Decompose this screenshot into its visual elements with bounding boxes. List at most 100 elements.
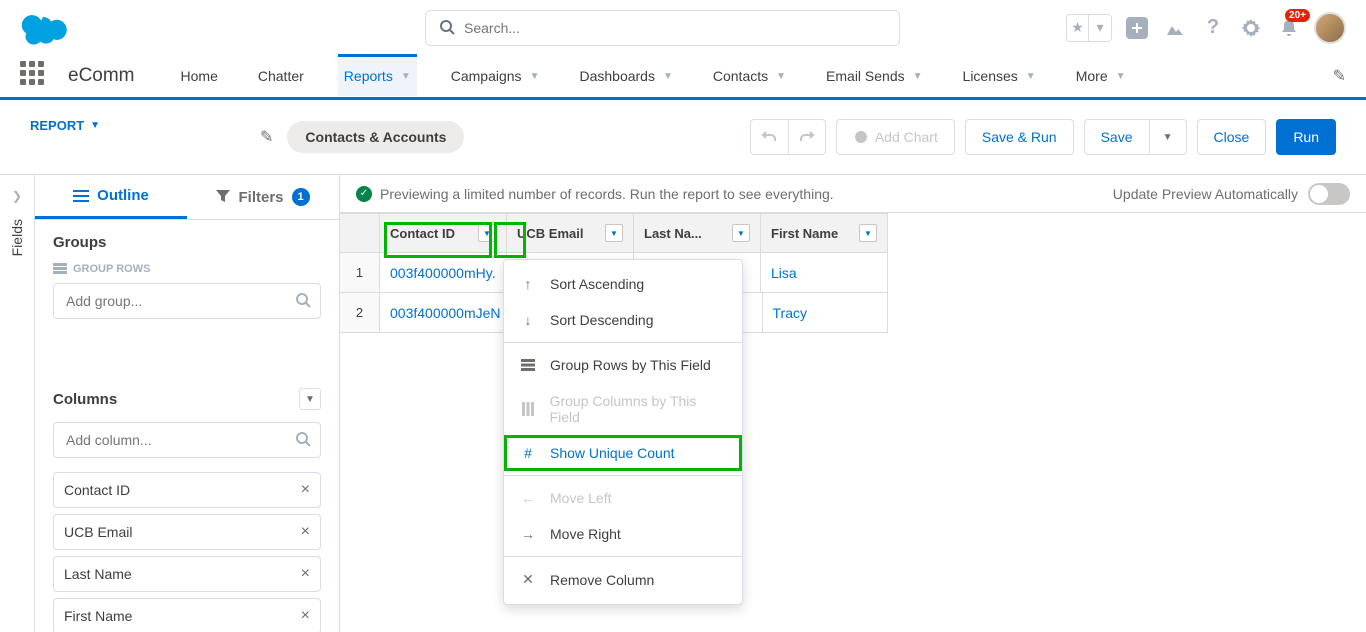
row-number: 2	[340, 293, 380, 332]
columns-heading: Columns ▼	[53, 388, 321, 410]
help-icon[interactable]: ?	[1200, 15, 1226, 41]
cell-first-name[interactable]: Tracy	[763, 293, 888, 332]
arrow-down-icon: ↓	[520, 312, 536, 328]
banner-message: ✓ Previewing a limited number of records…	[356, 186, 834, 202]
col-ucb-email[interactable]: UCB Email▼	[507, 214, 634, 252]
column-menu-button[interactable]: ▼	[859, 224, 877, 242]
column-chip[interactable]: Last Name×	[53, 556, 321, 592]
save-group: Save ▼	[1084, 119, 1187, 155]
nav-more[interactable]: More▼	[1070, 55, 1132, 97]
chevron-down-icon: ▼	[530, 71, 540, 82]
group-rows-label: GROUP ROWS	[53, 263, 321, 275]
notification-badge: 20+	[1285, 9, 1310, 22]
report-toolbar: REPORT▼ ✎ Contacts & Accounts Add Chart …	[0, 100, 1366, 175]
nav-email-sends[interactable]: Email Sends▼	[820, 55, 929, 97]
auto-preview-toggle[interactable]: Update Preview Automatically	[1113, 183, 1350, 205]
row-number-header	[340, 214, 380, 252]
menu-remove-column[interactable]: ✕Remove Column	[504, 561, 742, 598]
nav-items: Home Chatter Reports▼ Campaigns▼ Dashboa…	[175, 55, 1132, 97]
column-menu-button[interactable]: ▼	[605, 224, 623, 242]
row-number: 1	[340, 253, 380, 292]
outline-tab[interactable]: Outline	[35, 175, 187, 219]
nav-chatter[interactable]: Chatter	[252, 55, 310, 97]
notification-bell-icon[interactable]: 20+	[1276, 15, 1302, 41]
add-column-input[interactable]	[53, 422, 321, 458]
setup-gear-icon[interactable]	[1238, 15, 1264, 41]
menu-sort-desc[interactable]: ↓Sort Descending	[504, 302, 742, 338]
report-type-label[interactable]: REPORT▼	[30, 118, 100, 133]
remove-icon[interactable]: ×	[301, 481, 310, 499]
menu-sort-asc[interactable]: ↑Sort Ascending	[504, 266, 742, 302]
remove-icon[interactable]: ×	[301, 565, 310, 583]
remove-icon[interactable]: ×	[301, 607, 310, 625]
search-input[interactable]	[425, 10, 900, 46]
action-buttons: Add Chart Save & Run Save ▼ Close Run	[750, 119, 1336, 155]
undo-redo-group	[750, 119, 826, 155]
column-chip[interactable]: UCB Email×	[53, 514, 321, 550]
chevron-down-icon: ▼	[401, 71, 411, 82]
undo-button[interactable]	[750, 119, 788, 155]
menu-show-unique-count[interactable]: #Show Unique Count	[504, 435, 742, 471]
cell-contact-id[interactable]: 003f400000mHy.	[380, 253, 507, 292]
trailhead-icon[interactable]	[1162, 15, 1188, 41]
arrow-left-icon: ←	[520, 490, 536, 506]
menu-separator	[504, 342, 742, 343]
favorites-button[interactable]: ★▾	[1066, 14, 1112, 42]
nav-reports[interactable]: Reports▼	[338, 54, 417, 96]
edit-title-icon[interactable]: ✎	[260, 127, 273, 147]
app-launcher-icon[interactable]	[20, 61, 50, 91]
chevron-down-icon: ▼	[1116, 71, 1126, 82]
menu-group-rows[interactable]: Group Rows by This Field	[504, 347, 742, 383]
chevron-down-icon: ▼	[1026, 71, 1036, 82]
user-avatar[interactable]	[1314, 12, 1346, 44]
nav-home[interactable]: Home	[175, 55, 224, 97]
column-menu-button[interactable]: ▼	[732, 224, 750, 242]
column-menu-button[interactable]: ▼	[478, 224, 496, 242]
search-icon	[439, 19, 455, 40]
add-icon[interactable]	[1124, 15, 1150, 41]
search-icon	[295, 431, 311, 452]
menu-move-right[interactable]: →Move Right	[504, 516, 742, 552]
add-chart-button[interactable]: Add Chart	[836, 119, 955, 155]
arrow-right-icon: →	[520, 526, 536, 542]
menu-group-cols: Group Columns by This Field	[504, 383, 742, 435]
columns-icon	[520, 402, 536, 416]
col-first-name[interactable]: First Name▼	[761, 214, 888, 252]
header-utilities: ★▾ ? 20+	[1066, 12, 1346, 44]
nav-licenses[interactable]: Licenses▼	[957, 55, 1042, 97]
save-run-button[interactable]: Save & Run	[965, 119, 1074, 155]
side-panel: Outline Filters 1 Groups GROUP ROWS Colu…	[35, 175, 340, 632]
col-last-name[interactable]: Last Na...▼	[634, 214, 761, 252]
arrow-up-icon: ↑	[520, 276, 536, 292]
filters-tab[interactable]: Filters 1	[187, 175, 339, 219]
groups-heading: Groups	[53, 234, 321, 251]
redo-button[interactable]	[788, 119, 826, 155]
nav-dashboards[interactable]: Dashboards▼	[573, 55, 678, 97]
cell-first-name[interactable]: Lisa	[761, 253, 888, 292]
edit-nav-icon[interactable]: ✎	[1333, 66, 1346, 86]
save-button[interactable]: Save	[1084, 119, 1149, 155]
save-dropdown-button[interactable]: ▼	[1149, 119, 1187, 155]
chevron-right-icon: ❯	[12, 189, 22, 203]
remove-icon[interactable]: ×	[301, 523, 310, 541]
add-group-input[interactable]	[53, 283, 321, 319]
col-contact-id[interactable]: Contact ID ▼	[380, 214, 507, 252]
app-name: eComm	[68, 65, 135, 87]
fields-rail[interactable]: ❯ Fields	[0, 175, 35, 632]
cell-contact-id[interactable]: 003f400000mJeN	[380, 293, 512, 332]
chevron-down-icon: ▼	[913, 71, 923, 82]
preview-area: ✓ Previewing a limited number of records…	[340, 175, 1366, 632]
report-title[interactable]: Contacts & Accounts	[287, 121, 464, 153]
nav-campaigns[interactable]: Campaigns▼	[445, 55, 546, 97]
check-icon: ✓	[356, 186, 372, 202]
columns-menu-button[interactable]: ▼	[299, 388, 321, 410]
toggle-switch[interactable]	[1308, 183, 1350, 205]
panel-tabs: Outline Filters 1	[35, 175, 339, 220]
run-button[interactable]: Run	[1276, 119, 1336, 155]
chevron-down-icon: ▼	[776, 71, 786, 82]
nav-contacts[interactable]: Contacts▼	[707, 55, 792, 97]
close-button[interactable]: Close	[1197, 119, 1267, 155]
column-chip[interactable]: First Name×	[53, 598, 321, 632]
fields-rail-label: Fields	[9, 219, 25, 256]
column-chip[interactable]: Contact ID×	[53, 472, 321, 508]
